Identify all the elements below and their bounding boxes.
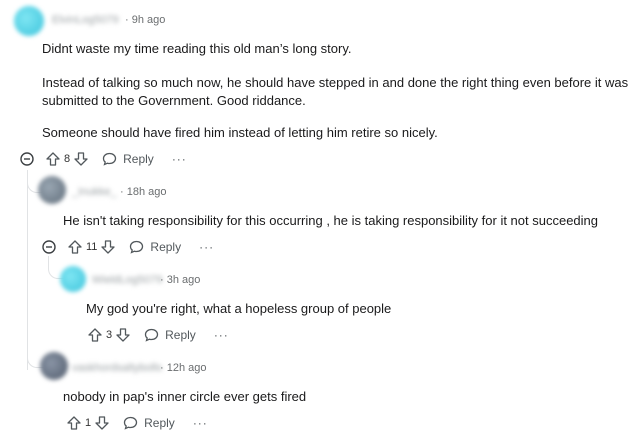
vote-count: 11 (86, 241, 98, 253)
more-options-button[interactable]: ··· (199, 240, 214, 254)
upvote-icon[interactable] (88, 328, 102, 342)
more-options-button[interactable]: ··· (214, 328, 229, 342)
reply-button[interactable]: Reply (129, 240, 181, 254)
comment-actions: 3 Reply ··· (88, 326, 229, 344)
avatar[interactable] (38, 176, 66, 204)
upvote-icon[interactable] (67, 416, 81, 430)
comment-text: He isn't taking responsibility for this … (63, 213, 599, 228)
collapse-icon[interactable] (20, 152, 34, 166)
vote-count: 1 (85, 417, 92, 429)
thread-line (27, 170, 28, 370)
downvote-icon[interactable] (95, 416, 109, 430)
username[interactable]: vaskhordsaltybolls (72, 362, 162, 374)
avatar[interactable] (40, 352, 68, 380)
reply-icon (102, 152, 117, 166)
comment-text: Someone should have fired him instead of… (42, 125, 438, 140)
downvote-icon[interactable] (101, 240, 116, 254)
more-options-button[interactable]: ··· (193, 416, 208, 430)
comment-actions: 8 Reply ··· (20, 150, 187, 168)
comment-text: submitted to the Government. Good riddan… (42, 93, 306, 108)
avatar[interactable] (60, 266, 86, 292)
vote-count: 8 (64, 153, 71, 165)
username[interactable]: ElvinLog5079 (52, 14, 119, 26)
comment-time: · 3h ago (160, 274, 201, 286)
upvote-icon[interactable] (46, 152, 60, 166)
reply-button[interactable]: Reply (123, 416, 175, 430)
username[interactable]: WieldLog5079 (92, 274, 162, 286)
downvote-icon[interactable] (74, 152, 88, 166)
comment-time: · 9h ago (125, 14, 166, 26)
comment-text: Instead of talking so much now, he shoul… (42, 75, 629, 90)
comment-actions: 11 Reply ··· (42, 238, 214, 256)
upvote-icon[interactable] (68, 240, 82, 254)
comment-text: Didnt waste my time reading this old man… (42, 41, 352, 56)
more-options-button[interactable]: ··· (172, 152, 187, 166)
comment-time: · 18h ago (120, 186, 167, 198)
collapse-icon[interactable] (42, 240, 56, 254)
reply-button[interactable]: Reply (144, 328, 196, 342)
comment-text: My god you're right, what a hopeless gro… (86, 301, 392, 316)
reply-icon (123, 416, 138, 430)
comment-actions: 1 Reply ··· (67, 414, 208, 432)
avatar[interactable] (14, 6, 44, 36)
vote-count: 3 (106, 329, 113, 341)
reply-icon (130, 240, 144, 254)
comment-text: nobody in pap's inner circle ever gets f… (63, 389, 307, 404)
username[interactable]: _Inukke_ (72, 186, 117, 198)
comment-time: · 12h ago (160, 362, 207, 374)
reply-icon (144, 328, 159, 342)
reply-button[interactable]: Reply (102, 152, 154, 166)
downvote-icon[interactable] (116, 328, 130, 342)
